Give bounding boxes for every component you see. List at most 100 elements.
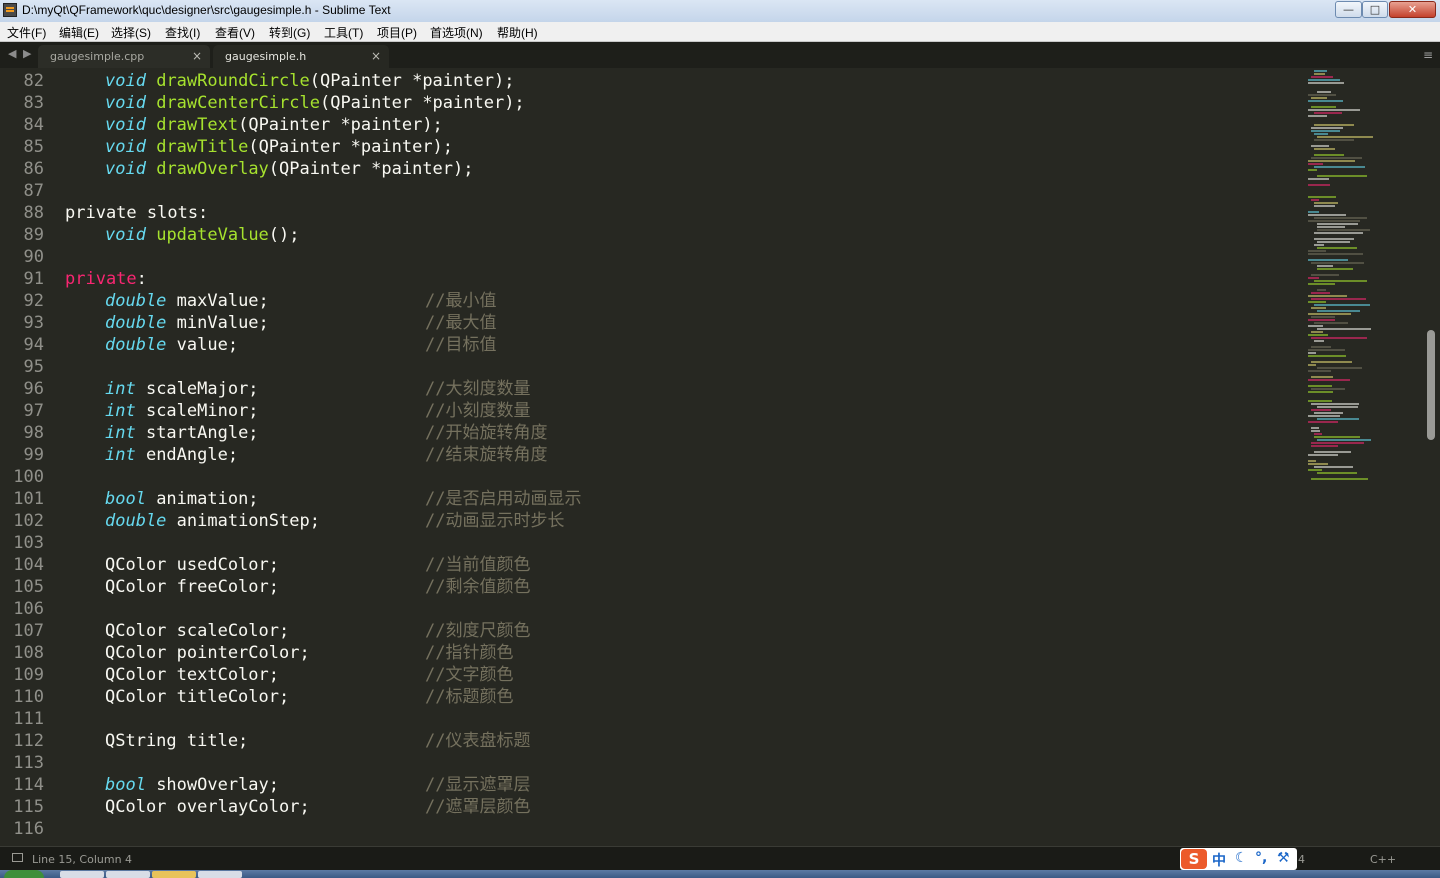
code-line[interactable]: 107 QColor scaleColor; //刻度尺颜色	[0, 620, 1300, 642]
code-token: animationStep;	[166, 511, 320, 531]
code-line[interactable]: 115 QColor overlayColor; //遮罩层颜色	[0, 796, 1300, 818]
code-line[interactable]: 95	[0, 356, 1300, 378]
code-line[interactable]: 92 double maxValue; //最小值	[0, 290, 1300, 312]
code-line[interactable]: 91 private:	[0, 268, 1300, 290]
menu-project[interactable]: 项目(P)	[377, 24, 417, 41]
maximize-button[interactable]: □	[1362, 1, 1388, 18]
taskbar-item[interactable]	[60, 871, 104, 878]
type-keyword: double	[105, 313, 167, 333]
close-button[interactable]: ✕	[1389, 1, 1436, 18]
tab-prev-icon[interactable]: ◀	[8, 47, 16, 60]
start-button[interactable]	[4, 870, 44, 878]
code-comment: //结束旋转角度	[425, 445, 548, 465]
status-tab-size[interactable]: 4	[1298, 853, 1305, 866]
menu-goto[interactable]: 转到(G)	[269, 24, 310, 41]
panel-toggle-icon[interactable]	[12, 853, 23, 862]
code-text: QColor pointerColor; //指针颜色	[105, 642, 513, 664]
code-text: void updateValue();	[105, 224, 300, 246]
minimap-line	[1308, 325, 1323, 327]
minimap-line	[1317, 472, 1357, 474]
type-keyword: int	[105, 445, 136, 465]
taskbar-item[interactable]	[152, 871, 196, 878]
tab-menu-icon[interactable]: ≡	[1423, 48, 1433, 62]
line-number: 98	[23, 423, 44, 443]
ime-language-toggle[interactable]: 中	[1212, 850, 1226, 870]
code-line[interactable]: 104 QColor usedColor; //当前值颜色	[0, 554, 1300, 576]
tab-gaugesimple-cpp[interactable]: gaugesimple.cpp ×	[38, 45, 210, 68]
minimap-line	[1308, 391, 1333, 393]
minimap-line	[1314, 436, 1360, 438]
taskbar-item[interactable]	[198, 871, 242, 878]
vertical-scrollbar[interactable]	[1427, 330, 1435, 440]
minimap-line	[1317, 91, 1331, 93]
menu-edit[interactable]: 编辑(E)	[59, 24, 99, 41]
code-line[interactable]: 90	[0, 246, 1300, 268]
menu-selection[interactable]: 选择(S)	[111, 24, 151, 41]
menu-help[interactable]: 帮助(H)	[497, 24, 538, 41]
code-line[interactable]: 84 void drawText(QPainter *painter);	[0, 114, 1300, 136]
minimap-line	[1314, 238, 1354, 240]
code-line[interactable]: 83 void drawCenterCircle(QPainter *painte…	[0, 92, 1300, 114]
menu-tools[interactable]: 工具(T)	[324, 24, 363, 41]
ime-punctuation-toggle[interactable]: °,	[1255, 850, 1267, 866]
code-line[interactable]: 102 double animationStep; //动画显示时步长	[0, 510, 1300, 532]
tab-gaugesimple-h[interactable]: gaugesimple.h ×	[213, 45, 389, 68]
windows-taskbar	[0, 870, 1440, 878]
line-number: 89	[23, 225, 44, 245]
taskbar-item[interactable]	[106, 871, 150, 878]
code-line[interactable]: 96 int scaleMajor; //大刻度数量	[0, 378, 1300, 400]
tab-close-icon[interactable]: ×	[371, 49, 381, 63]
code-line[interactable]: 99 int endAngle; //结束旋转角度	[0, 444, 1300, 466]
code-line[interactable]: 85 void drawTitle(QPainter *painter);	[0, 136, 1300, 158]
code-line[interactable]: 97 int scaleMinor; //小刻度数量	[0, 400, 1300, 422]
menu-find[interactable]: 查找(I)	[165, 24, 200, 41]
status-bar: Line 15, Column 4 S 中 ☾ °, ⚒ 4 C++	[0, 846, 1440, 871]
minimap-line	[1308, 94, 1336, 96]
menu-file[interactable]: 文件(F)	[7, 24, 46, 41]
code-line[interactable]: 98 int startAngle; //开始旋转角度	[0, 422, 1300, 444]
code-line[interactable]: 86 void drawOverlay(QPainter *painter);	[0, 158, 1300, 180]
code-token: animation;	[145, 489, 259, 509]
code-text: double value; //目标值	[105, 334, 496, 356]
tab-close-icon[interactable]: ×	[192, 49, 202, 63]
code-editor[interactable]: 82 void drawRoundCircle(QPainter *painter…	[0, 68, 1440, 846]
code-line[interactable]: 114 bool showOverlay; //显示遮罩层	[0, 774, 1300, 796]
code-line[interactable]: 113	[0, 752, 1300, 774]
code-line[interactable]: 101 bool animation; //是否启用动画显示	[0, 488, 1300, 510]
code-token: (QPainter *painter);	[268, 159, 474, 179]
menu-view[interactable]: 查看(V)	[215, 24, 255, 41]
code-line[interactable]: 109 QColor textColor; //文字颜色	[0, 664, 1300, 686]
code-line[interactable]: 105 QColor freeColor; //剩余值颜色	[0, 576, 1300, 598]
ime-toolbar[interactable]: S 中 ☾ °, ⚒	[1180, 848, 1297, 870]
code-line[interactable]: 82 void drawRoundCircle(QPainter *painter…	[0, 70, 1300, 92]
code-token: startAngle;	[135, 423, 259, 443]
code-line[interactable]: 100	[0, 466, 1300, 488]
syntax-selector[interactable]: C++	[1370, 853, 1396, 866]
line-number: 95	[23, 357, 44, 377]
code-token: showOverlay;	[145, 775, 280, 795]
minimap-line	[1311, 298, 1366, 300]
code-line[interactable]: 87	[0, 180, 1300, 202]
code-line[interactable]: 88 private slots:	[0, 202, 1300, 224]
line-number: 108	[13, 643, 44, 663]
code-line[interactable]: 103	[0, 532, 1300, 554]
code-line[interactable]: 112 QString title; //仪表盘标题	[0, 730, 1300, 752]
moon-icon[interactable]: ☾	[1235, 850, 1248, 866]
code-line[interactable]: 108 QColor pointerColor; //指针颜色	[0, 642, 1300, 664]
code-line[interactable]: 89 void updateValue();	[0, 224, 1300, 246]
tab-next-icon[interactable]: ▶	[23, 47, 31, 60]
code-line[interactable]: 106	[0, 598, 1300, 620]
minimap-line	[1308, 211, 1319, 213]
sogou-logo-icon[interactable]: S	[1181, 849, 1207, 869]
minimap-line	[1311, 106, 1336, 108]
wrench-icon[interactable]: ⚒	[1277, 850, 1290, 866]
minimize-button[interactable]: —	[1335, 1, 1362, 18]
minimap[interactable]	[1308, 70, 1398, 490]
code-line[interactable]: 110 QColor titleColor; //标题颜色	[0, 686, 1300, 708]
minimap-line	[1317, 229, 1370, 231]
code-line[interactable]: 93 double minValue; //最大值	[0, 312, 1300, 334]
menu-preferences[interactable]: 首选项(N)	[430, 24, 483, 41]
code-line[interactable]: 111	[0, 708, 1300, 730]
code-line[interactable]: 116	[0, 818, 1300, 840]
code-line[interactable]: 94 double value; //目标值	[0, 334, 1300, 356]
